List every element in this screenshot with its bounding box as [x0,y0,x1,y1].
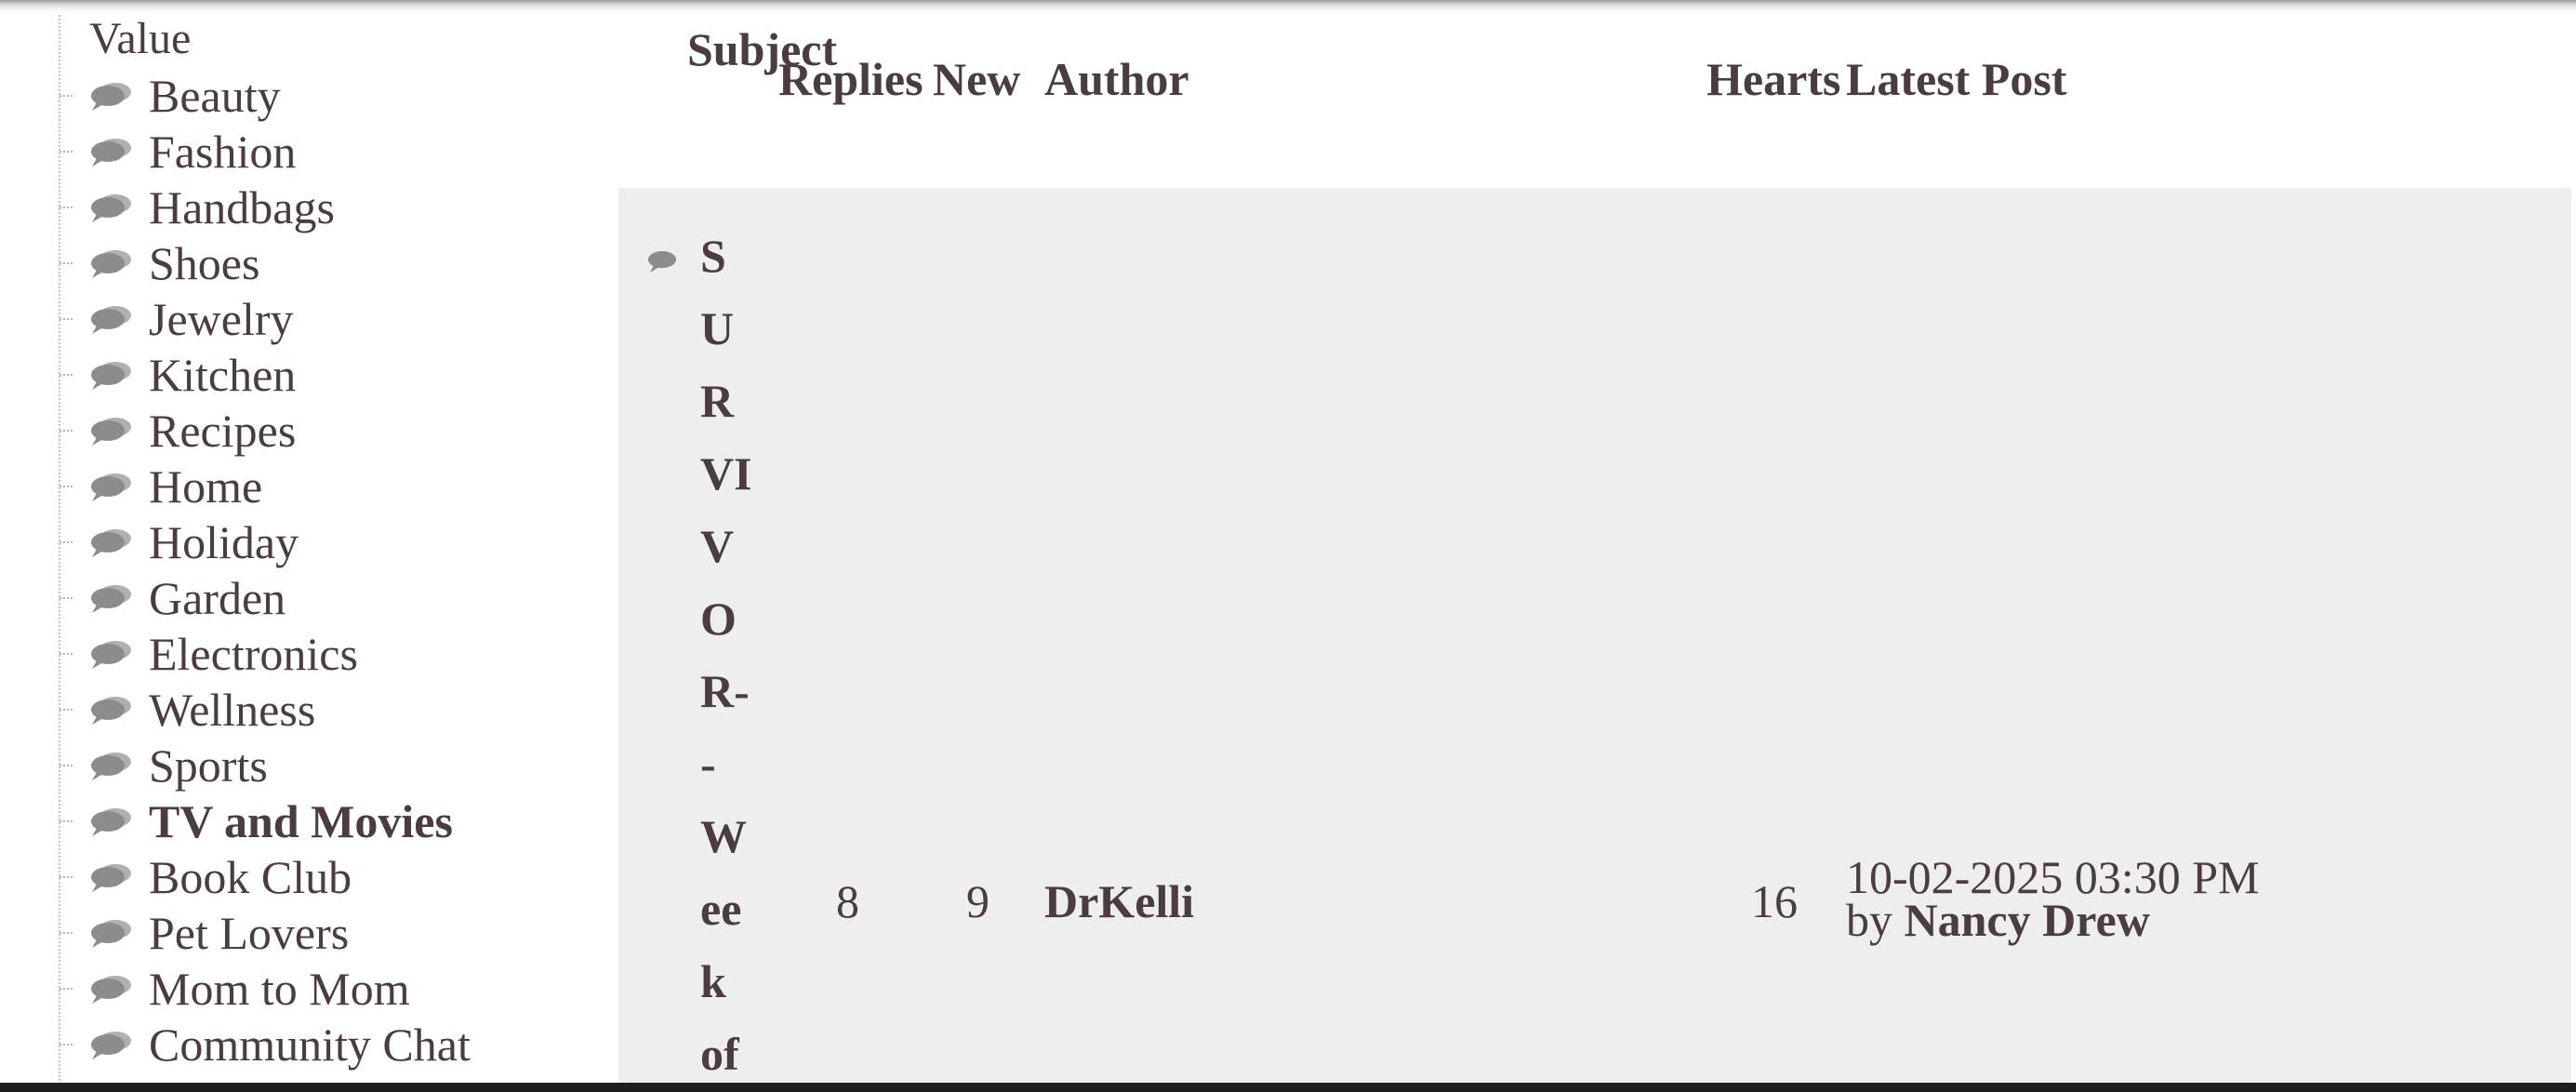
sidebar-item-label[interactable]: Kitchen [149,352,296,398]
tree-connector [60,820,73,822]
speech-bubbles-icon [91,250,131,278]
sidebar-item-label[interactable]: Fashion [149,128,296,175]
sidebar-item-label[interactable]: Jewelry [149,296,294,342]
speech-bubbles-icon [91,139,131,166]
tree-guide-line [59,0,60,1092]
speech-bubbles-icon [91,418,131,446]
sidebar-item-label[interactable]: Wellness [149,686,315,733]
column-header-new[interactable]: New [933,48,1020,110]
sidebar-item-label[interactable]: TV and Movies [149,798,453,845]
column-header-replies[interactable]: Replies [778,48,923,110]
speech-bubbles-icon [91,808,131,836]
latest-post-by-prefix: by [1846,894,1892,946]
topic-subject-cell: SURVIVOR--Week of [700,220,758,1090]
sidebar-item-label[interactable]: Holiday [149,519,299,566]
speech-bubbles-icon [91,1032,131,1059]
tree-connector [60,653,73,655]
top-edge-shadow [0,0,2576,13]
sidebar-item-label[interactable]: Mom to Mom [149,965,410,1012]
sidebar-item-label[interactable]: Handbags [149,184,335,231]
sidebar-item-label[interactable]: Pet Lovers [149,910,349,956]
speech-bubbles-icon [91,473,131,501]
speech-bubbles-icon [91,83,131,111]
tree-connector [60,876,73,878]
speech-bubbles-icon [91,362,131,390]
speech-bubble-icon [648,251,676,273]
column-header-latest-post[interactable]: Latest Post [1846,48,2066,110]
speech-bubbles-icon [91,306,131,334]
tree-connector [60,95,73,97]
speech-bubbles-icon [91,976,131,1004]
tree-connector [60,1044,73,1045]
tree-connector [60,709,73,711]
tree-connector [60,765,73,766]
tree-connector [60,318,73,320]
latest-post-by-line: by Nancy Drew [1846,897,2259,943]
column-header-hearts[interactable]: Hearts [1706,48,1840,110]
window-bottom-edge [0,1083,2576,1092]
column-header-subject[interactable]: Subject [687,19,837,80]
topic-subject-link[interactable]: SURVIVOR--Week of [700,220,758,1090]
speech-bubbles-icon [91,864,131,892]
table-row[interactable]: SURVIVOR--Week of 8 9 DrKelli 16 10-02-2… [618,188,2571,1092]
sidebar-item-label[interactable]: Recipes [149,407,296,454]
tree-connector [60,206,73,208]
tree-connector [60,541,73,543]
tree-connector [60,486,73,487]
tree-connector [60,430,73,432]
latest-post-cell: 10-02-2025 03:30 PM by Nancy Drew [1846,854,2259,943]
tree-connector [60,262,73,264]
sidebar-item-label[interactable]: Shoes [149,240,259,286]
sidebar-item-label[interactable]: Home [149,463,262,510]
tree-connector [60,988,73,990]
topic-replies-count: 8 [836,875,859,927]
sidebar-item-label[interactable]: Beauty [149,73,281,119]
sidebar-item-label[interactable]: Community Chat [149,1021,471,1068]
topic-author-link[interactable]: DrKelli [1044,878,1194,925]
topic-table: Subject Replies New Author Hearts Latest… [618,0,2576,1092]
forum-page: Value Beauty Fashion Handbags Shoes Jewelry K… [0,0,2576,1092]
speech-bubbles-icon [91,641,131,669]
sidebar-item-label[interactable]: Sports [149,742,268,789]
board-sidebar: Value Beauty Fashion Handbags Shoes Jewelry K… [0,0,595,1092]
tree-connector [60,597,73,599]
latest-post-author-link[interactable]: Nancy Drew [1905,894,2150,946]
speech-bubbles-icon [91,194,131,222]
speech-bubbles-icon [91,752,131,780]
speech-bubbles-icon [91,697,131,725]
topic-hearts-count: 16 [1751,875,1798,927]
topic-new-count: 9 [966,875,989,927]
sidebar-item-label[interactable]: Electronics [149,631,358,677]
tree-connector [60,374,73,376]
speech-bubbles-icon [91,920,131,948]
tree-connector [60,151,73,153]
speech-bubbles-icon [91,529,131,557]
sidebar-item-label[interactable]: Garden [149,575,285,621]
column-header-author[interactable]: Author [1044,48,1189,110]
speech-bubbles-icon [91,585,131,613]
tree-connector [60,932,73,934]
sidebar-heading: Value [89,14,192,63]
sidebar-item-label[interactable]: Book Club [149,854,352,900]
